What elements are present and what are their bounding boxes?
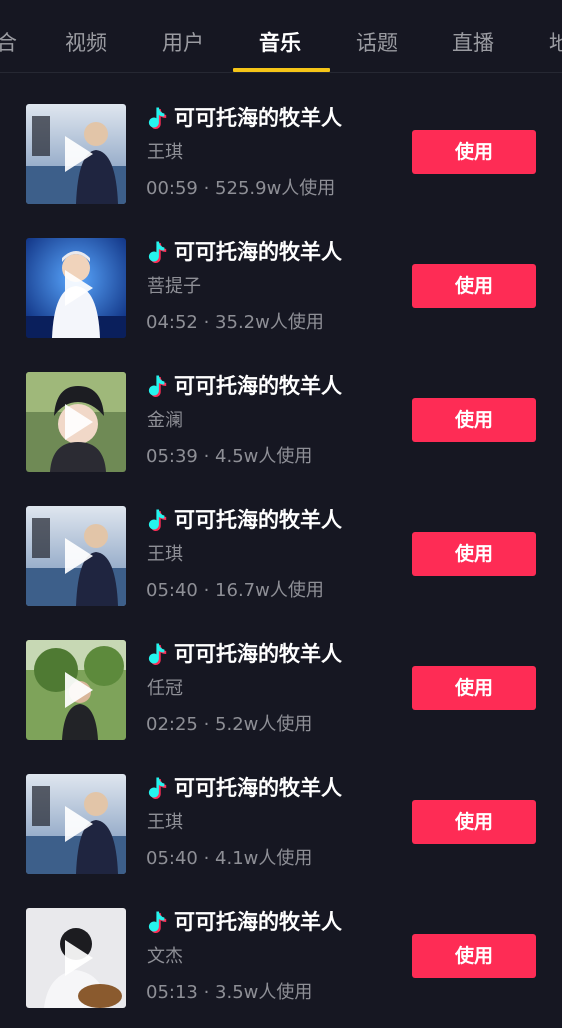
- tab-video[interactable]: 视频: [65, 26, 107, 60]
- song-title: 可可托海的牧羊人: [174, 642, 342, 666]
- music-list-item[interactable]: 可可托海的牧羊人 菩提子 04:52 · 35.2w人使用 使用: [0, 238, 562, 338]
- music-note-icon: [148, 777, 167, 800]
- song-artist: 文杰: [147, 946, 183, 967]
- song-artist: 王琪: [147, 812, 183, 833]
- song-duration-usage: 02:25 · 5.2w人使用: [146, 714, 313, 735]
- song-duration-usage: 05:13 · 3.5w人使用: [146, 982, 313, 1003]
- play-icon: [65, 404, 93, 440]
- song-title: 可可托海的牧羊人: [174, 910, 342, 934]
- song-title: 可可托海的牧羊人: [174, 106, 342, 130]
- song-cover[interactable]: [26, 506, 126, 606]
- use-button[interactable]: 使用: [412, 666, 536, 710]
- music-note-icon: [148, 107, 167, 130]
- music-list-item[interactable]: 可可托海的牧羊人 金澜 05:39 · 4.5w人使用 使用: [0, 372, 562, 472]
- song-title: 可可托海的牧羊人: [174, 776, 342, 800]
- tab-location[interactable]: 地: [549, 26, 562, 60]
- play-icon: [65, 270, 93, 306]
- active-tab-indicator: [233, 68, 330, 72]
- play-icon: [65, 538, 93, 574]
- song-duration-usage: 04:52 · 35.2w人使用: [146, 312, 324, 333]
- song-artist: 王琪: [147, 142, 183, 163]
- tab-live[interactable]: 直播: [452, 26, 494, 60]
- song-title: 可可托海的牧羊人: [174, 374, 342, 398]
- song-artist: 菩提子: [147, 276, 201, 297]
- play-icon: [65, 672, 93, 708]
- song-cover[interactable]: [26, 774, 126, 874]
- music-note-icon: [148, 643, 167, 666]
- play-icon: [65, 940, 93, 976]
- song-artist: 王琪: [147, 544, 183, 565]
- tab-topics[interactable]: 话题: [356, 26, 398, 60]
- music-list-item[interactable]: 可可托海的牧羊人 王琪 05:40 · 4.1w人使用 使用: [0, 774, 562, 874]
- use-button[interactable]: 使用: [412, 800, 536, 844]
- use-button[interactable]: 使用: [412, 130, 536, 174]
- search-category-tabs: 合 视频 用户 音乐 话题 直播 地: [0, 0, 562, 73]
- song-cover[interactable]: [26, 104, 126, 204]
- play-icon: [65, 136, 93, 172]
- music-note-icon: [148, 911, 167, 934]
- song-duration-usage: 00:59 · 525.9w人使用: [146, 178, 336, 199]
- song-artist: 任冠: [147, 678, 183, 699]
- song-artist: 金澜: [147, 410, 183, 431]
- song-cover[interactable]: [26, 372, 126, 472]
- music-note-icon: [148, 375, 167, 398]
- music-list-item[interactable]: 可可托海的牧羊人 王琪 05:40 · 16.7w人使用 使用: [0, 506, 562, 606]
- song-cover[interactable]: [26, 908, 126, 1008]
- tab-music[interactable]: 音乐: [259, 26, 301, 60]
- song-title: 可可托海的牧羊人: [174, 240, 342, 264]
- tab-comprehensive[interactable]: 合: [0, 26, 17, 60]
- song-duration-usage: 05:39 · 4.5w人使用: [146, 446, 313, 467]
- tab-users[interactable]: 用户: [162, 26, 204, 60]
- use-button[interactable]: 使用: [412, 398, 536, 442]
- use-button[interactable]: 使用: [412, 532, 536, 576]
- song-cover[interactable]: [26, 238, 126, 338]
- music-list-item[interactable]: 可可托海的牧羊人 文杰 05:13 · 3.5w人使用 使用: [0, 908, 562, 1008]
- music-note-icon: [148, 509, 167, 532]
- song-duration-usage: 05:40 · 16.7w人使用: [146, 580, 324, 601]
- use-button[interactable]: 使用: [412, 264, 536, 308]
- music-note-icon: [148, 241, 167, 264]
- music-list-item[interactable]: 可可托海的牧羊人 任冠 02:25 · 5.2w人使用 使用: [0, 640, 562, 740]
- song-title: 可可托海的牧羊人: [174, 508, 342, 532]
- song-duration-usage: 05:40 · 4.1w人使用: [146, 848, 313, 869]
- music-list-item[interactable]: 可可托海的牧羊人 王琪 00:59 · 525.9w人使用 使用: [0, 104, 562, 204]
- song-cover[interactable]: [26, 640, 126, 740]
- use-button[interactable]: 使用: [412, 934, 536, 978]
- play-icon: [65, 806, 93, 842]
